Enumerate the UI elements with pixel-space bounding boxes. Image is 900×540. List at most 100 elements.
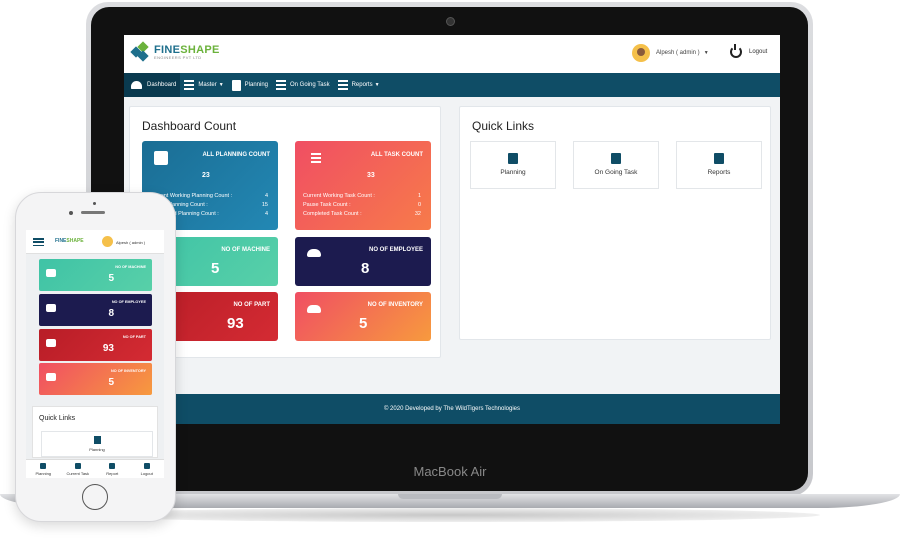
laptop-notch bbox=[398, 494, 502, 499]
phone-sensor bbox=[93, 202, 96, 205]
logo-name-main: FINE bbox=[154, 43, 181, 56]
tab-report[interactable]: Report bbox=[95, 460, 130, 478]
tab-logout[interactable]: Logout bbox=[130, 460, 165, 478]
user-name: Alpesh ( admin ) bbox=[656, 50, 700, 56]
task-count-card[interactable]: ALL TASK COUNT 33 Current Working Task C… bbox=[295, 141, 431, 230]
phone-employee-card[interactable]: NO OF EMPLOYEE 8 bbox=[39, 294, 152, 326]
card-title: NO OF EMPLOYEE bbox=[111, 300, 146, 304]
card-rows: Current Working Task Count :1 Pause Task… bbox=[303, 192, 421, 219]
card-title: ALL PLANNING COUNT bbox=[202, 152, 270, 158]
phone-inventory-card[interactable]: NO OF INVENTORY 5 bbox=[39, 363, 152, 395]
phone-home-button[interactable] bbox=[82, 484, 108, 510]
nav-planning[interactable]: Planning bbox=[228, 73, 272, 97]
card-value: 93 bbox=[102, 343, 114, 354]
card-value: 8 bbox=[108, 308, 114, 319]
pdf-file-icon bbox=[714, 153, 724, 164]
book-icon bbox=[154, 151, 168, 165]
logout-button[interactable]: Logout bbox=[730, 44, 768, 58]
user-menu[interactable]: Alpesh ( admin ) ▼ bbox=[632, 44, 709, 62]
avatar bbox=[632, 44, 650, 62]
tasks-icon bbox=[276, 80, 287, 90]
quick-link-ongoing-task[interactable]: On Going Task bbox=[573, 141, 659, 189]
nav-label: Planning bbox=[244, 82, 269, 88]
footer: © 2020 Developed by The WildTigers Techn… bbox=[124, 394, 780, 424]
card-title: ALL TASK COUNT bbox=[370, 152, 423, 158]
card-title: NO OF PART bbox=[122, 335, 146, 339]
phone-part-card[interactable]: NO OF PART 93 bbox=[39, 329, 152, 361]
nav-ongoing-task[interactable]: On Going Task bbox=[272, 73, 334, 97]
card-title: NO OF PART bbox=[233, 302, 270, 308]
row: Completed Task Count :32 bbox=[303, 211, 421, 217]
card-value: 5 bbox=[108, 377, 114, 388]
card-value: 8 bbox=[361, 260, 370, 277]
nav-dashboard[interactable]: Dashboard bbox=[124, 73, 181, 97]
card-value: 23 bbox=[202, 172, 210, 179]
pdf-file-icon bbox=[109, 463, 116, 469]
nav-label: Master bbox=[198, 82, 217, 88]
logo-mark-icon bbox=[130, 41, 150, 62]
card-value: 5 bbox=[211, 260, 220, 277]
card-title: NO OF MACHINE bbox=[221, 247, 270, 253]
clipboard-check-icon bbox=[93, 436, 101, 444]
clipboard-check-icon bbox=[508, 153, 518, 164]
phone-header: FINESHAPE Alpesh ( admin ) bbox=[26, 230, 164, 254]
phone-camera-icon bbox=[69, 211, 73, 215]
phone-quick-link-planning[interactable]: Planning bbox=[41, 431, 153, 457]
logo-name-accent: SHAPE bbox=[180, 43, 220, 56]
phone-bottom-tabs: Planning Current Task Report Logout bbox=[26, 459, 164, 478]
list-icon bbox=[184, 80, 195, 90]
cube-icon bbox=[46, 339, 56, 347]
card-value: 33 bbox=[367, 172, 375, 179]
power-icon bbox=[143, 463, 150, 469]
hamburger-menu-icon[interactable] bbox=[33, 238, 44, 246]
phone-screen: FINESHAPE Alpesh ( admin ) NO OF MACHINE… bbox=[26, 230, 164, 478]
card-value: 5 bbox=[359, 315, 368, 332]
users-icon bbox=[46, 304, 56, 312]
list-icon bbox=[337, 80, 348, 90]
card-title: NO OF INVENTORY bbox=[367, 302, 423, 308]
top-header: FINESHAPE ENGINEERS PVT LTD Alpesh ( adm… bbox=[124, 35, 780, 73]
chevron-down-icon: ▼ bbox=[703, 50, 709, 56]
inbox-icon bbox=[307, 305, 321, 313]
laptop-shadow bbox=[80, 508, 820, 522]
chevron-down-icon: ▼ bbox=[218, 82, 224, 88]
tab-planning[interactable]: Planning bbox=[26, 460, 61, 478]
quick-link-label: Planning bbox=[500, 169, 526, 176]
webcam-icon bbox=[446, 17, 455, 26]
chevron-down-icon: ▼ bbox=[374, 82, 380, 88]
nav-label: On Going Task bbox=[290, 82, 330, 88]
card-title: NO OF INVENTORY bbox=[110, 369, 146, 373]
row: Pause Task Count :0 bbox=[303, 202, 421, 208]
quick-link-label: Planning bbox=[89, 447, 105, 452]
company-logo[interactable]: FINESHAPE ENGINEERS PVT LTD bbox=[130, 41, 220, 62]
tab-current-task[interactable]: Current Task bbox=[61, 460, 96, 478]
clipboard-check-icon bbox=[40, 463, 47, 469]
nav-label: Dashboard bbox=[147, 82, 177, 88]
nav-master[interactable]: Master ▼ bbox=[180, 73, 227, 97]
card-title: NO OF EMPLOYEE bbox=[368, 247, 423, 253]
nav-reports[interactable]: Reports ▼ bbox=[334, 73, 384, 97]
logout-label: Logout bbox=[749, 49, 768, 55]
users-icon bbox=[307, 249, 321, 257]
panel-title: Quick Links bbox=[472, 119, 535, 133]
tasks-icon bbox=[307, 151, 321, 165]
quick-link-reports[interactable]: Reports bbox=[676, 141, 762, 189]
gears-icon bbox=[46, 269, 56, 277]
main-nav: Dashboard Master ▼ Planning On Going Task… bbox=[124, 73, 780, 97]
nav-label: Reports bbox=[351, 82, 373, 88]
phone-speaker bbox=[81, 211, 105, 214]
power-icon bbox=[730, 44, 742, 58]
phone-machine-card[interactable]: NO OF MACHINE 5 bbox=[39, 259, 152, 291]
quick-link-planning[interactable]: Planning bbox=[470, 141, 556, 189]
phone-logo: FINESHAPE bbox=[55, 238, 84, 244]
inventory-count-card[interactable]: NO OF INVENTORY 5 bbox=[295, 292, 431, 341]
quick-links-panel: Quick Links Planning On Going Task Repor… bbox=[459, 106, 771, 340]
panel-title: Quick Links bbox=[39, 415, 76, 422]
card-value: 5 bbox=[108, 273, 114, 284]
phone-user-name[interactable]: Alpesh ( admin ) bbox=[116, 240, 145, 245]
tasks-icon bbox=[74, 463, 81, 469]
panel-title: Dashboard Count bbox=[142, 119, 237, 133]
laptop-screen: FINESHAPE ENGINEERS PVT LTD Alpesh ( adm… bbox=[124, 35, 780, 424]
employee-count-card[interactable]: NO OF EMPLOYEE 8 bbox=[295, 237, 431, 286]
avatar bbox=[102, 236, 113, 247]
